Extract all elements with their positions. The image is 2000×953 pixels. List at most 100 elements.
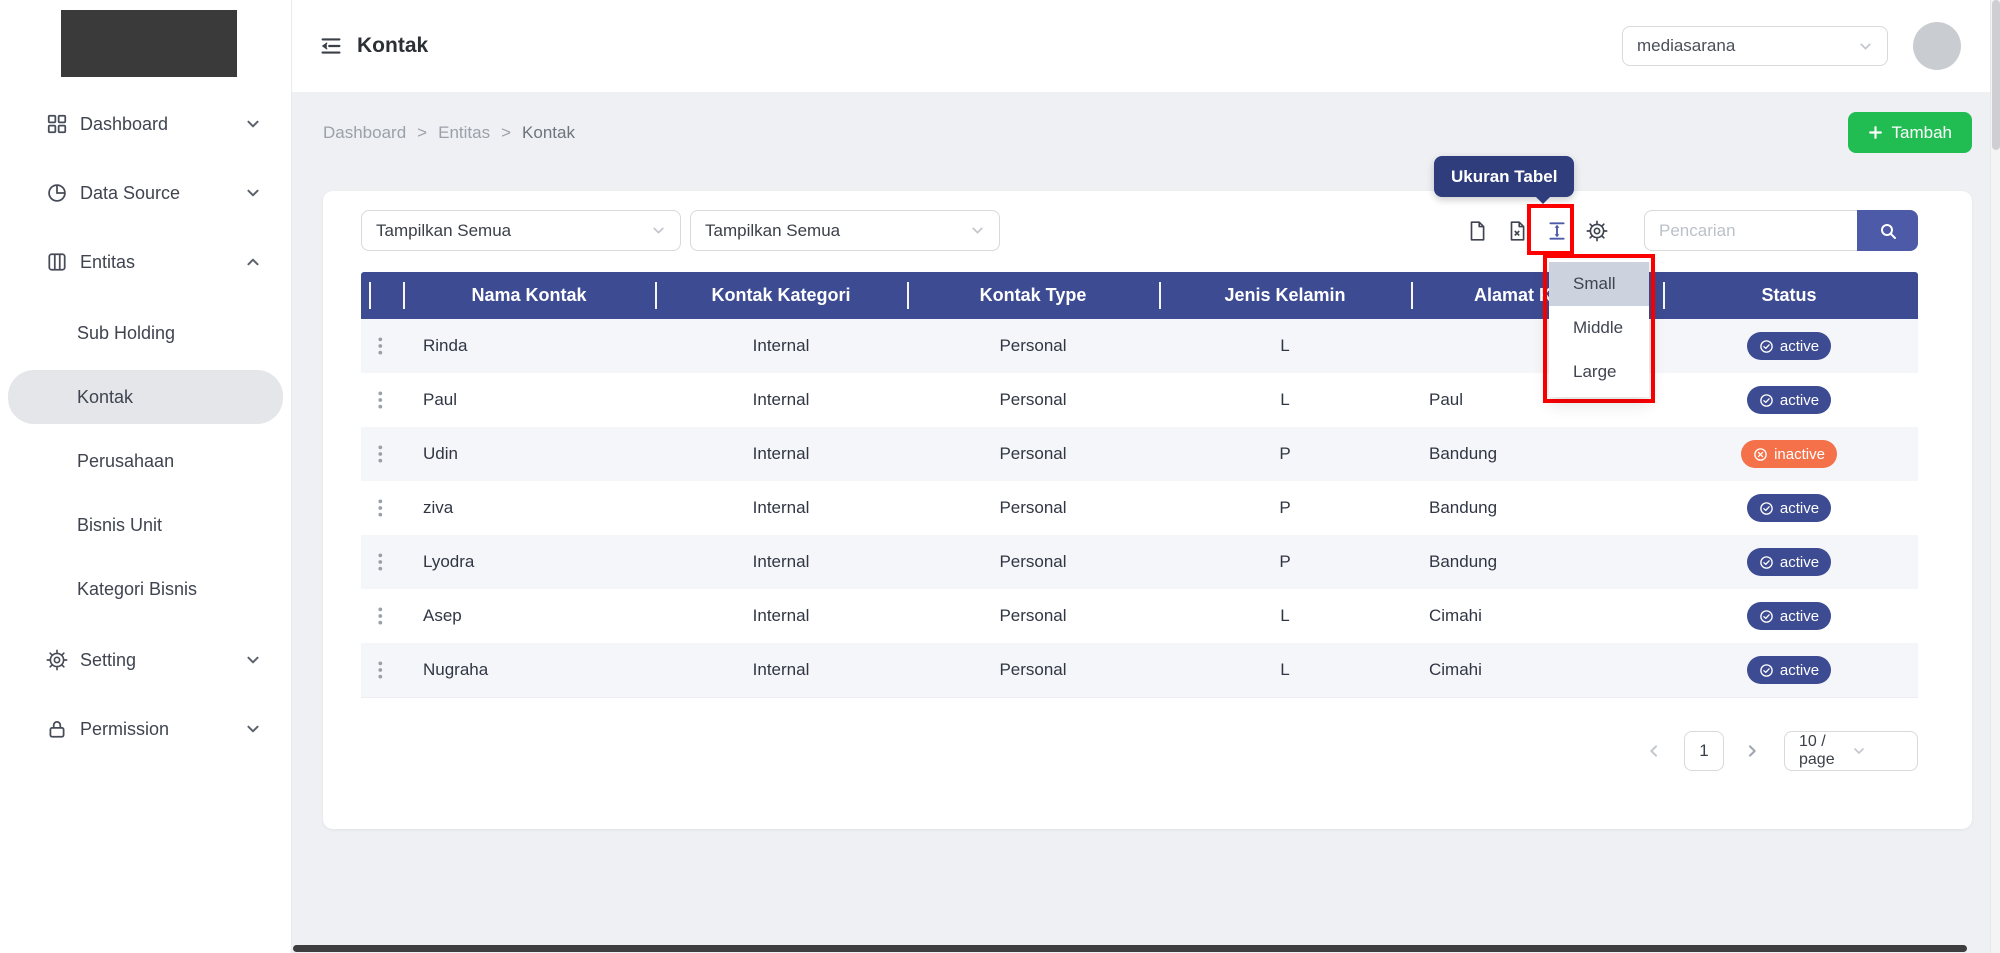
row-drag-handle[interactable] (377, 606, 387, 626)
cell-gender: L (1159, 589, 1411, 643)
chevron-down-icon (1858, 39, 1873, 54)
avatar[interactable] (1913, 22, 1961, 70)
pie-chart-icon (46, 182, 68, 204)
chevron-down-icon (245, 116, 261, 132)
sidebar-item-perusahaan[interactable]: Perusahaan (8, 434, 283, 488)
cell-type: Personal (907, 481, 1159, 535)
pagination: 1 10 / page (361, 731, 1918, 771)
chevron-down-icon (651, 223, 666, 238)
lock-icon (46, 718, 68, 740)
row-drag-handle[interactable] (377, 336, 387, 356)
cell-kategori: Internal (655, 589, 907, 643)
status-badge: active (1747, 332, 1831, 360)
sidebar-submenu-entitas: Sub Holding Kontak Perusahaan Bisnis Uni… (0, 306, 291, 616)
sidebar-item-bisnis-unit[interactable]: Bisnis Unit (8, 498, 283, 552)
file-pdf-icon[interactable] (1466, 220, 1488, 242)
tooltip-text: Ukuran Tabel (1451, 167, 1557, 187)
cell-type: Personal (907, 373, 1159, 427)
cell-kategori: Internal (655, 427, 907, 481)
next-page-button[interactable] (1744, 743, 1760, 759)
submenu-item-label: Sub Holding (77, 323, 175, 344)
sidebar-item-label: Permission (80, 719, 169, 740)
cell-alamat: Cimahi (1411, 589, 1663, 643)
sidebar-item-label: Setting (80, 650, 136, 671)
breadcrumb-item[interactable]: Entitas (438, 123, 490, 143)
workspace-select[interactable]: mediasarana (1622, 26, 1888, 66)
annotation-red-box-size-menu: Small Middle Large (1543, 254, 1655, 403)
logo[interactable] (61, 10, 237, 77)
size-option-small[interactable]: Small (1549, 262, 1649, 306)
cell-nama: ziva (403, 481, 655, 535)
cell-nama: Paul (403, 373, 655, 427)
sidebar-item-entitas[interactable]: Entitas (0, 234, 291, 290)
sidebar-item-label: Data Source (80, 183, 180, 204)
cell-nama: Lyodra (403, 535, 655, 589)
sidebar-item-kontak[interactable]: Kontak (8, 370, 283, 424)
sidebar-item-sub-holding[interactable]: Sub Holding (8, 306, 283, 360)
sidebar: Dashboard Data Source Entitas (0, 0, 292, 953)
sidebar-item-data-source[interactable]: Data Source (0, 165, 291, 221)
cell-type: Personal (907, 319, 1159, 373)
sidebar-item-permission[interactable]: Permission (0, 701, 291, 757)
table-toolbar: Tampilkan Semua Tampilkan Semua (361, 210, 1918, 251)
horizontal-scrollbar-thumb[interactable] (293, 945, 1967, 952)
filter-type-select[interactable]: Tampilkan Semua (690, 210, 1000, 251)
table-header: Nama Kontak Kontak Kategori Kontak Type … (361, 272, 1918, 319)
top-header: Kontak mediasarana (292, 0, 2000, 92)
search-button[interactable] (1857, 210, 1918, 251)
cell-nama: Rinda (403, 319, 655, 373)
filter-kategori-select[interactable]: Tampilkan Semua (361, 210, 681, 251)
sidebar-item-kategori-bisnis[interactable]: Kategori Bisnis (8, 562, 283, 616)
current-page-button[interactable]: 1 (1684, 731, 1724, 771)
app-window: Dashboard Data Source Entitas (0, 0, 2000, 953)
add-button[interactable]: Tambah (1848, 112, 1972, 153)
row-drag-handle[interactable] (377, 444, 387, 464)
table-row: Udin Internal Personal P Bandung inactiv… (361, 427, 1918, 481)
table-row: Rinda Internal Personal L active (361, 319, 1918, 373)
submenu-item-label: Bisnis Unit (77, 515, 162, 536)
workspace-select-value: mediasarana (1637, 36, 1858, 56)
row-drag-handle[interactable] (377, 552, 387, 572)
vertical-scrollbar[interactable] (1990, 0, 2000, 953)
table-row: Asep Internal Personal L Cimahi active (361, 589, 1918, 643)
prev-page-button[interactable] (1646, 743, 1662, 759)
chevron-down-icon (245, 721, 261, 737)
sidebar-item-dashboard[interactable]: Dashboard (0, 96, 291, 152)
cell-kategori: Internal (655, 481, 907, 535)
cell-kategori: Internal (655, 319, 907, 373)
column-height-icon[interactable] (1546, 220, 1568, 242)
row-drag-handle[interactable] (377, 660, 387, 680)
page-size-select[interactable]: 10 / page (1784, 731, 1918, 771)
sidebar-item-setting[interactable]: Setting (0, 632, 291, 688)
column-header-kontak-kategori: Kontak Kategori (655, 272, 907, 319)
breadcrumb: Dashboard > Entitas > Kontak (323, 123, 575, 143)
size-option-large[interactable]: Large (1549, 350, 1649, 394)
tooltip-ukuran-tabel: Ukuran Tabel (1434, 156, 1574, 197)
sidebar-item-label: Entitas (80, 252, 135, 273)
column-header-jenis-kelamin: Jenis Kelamin (1159, 272, 1411, 319)
page-title: Kontak (357, 34, 428, 58)
menu-fold-icon[interactable] (319, 34, 343, 58)
table-settings-gear-icon[interactable] (1586, 220, 1608, 242)
plus-icon (1868, 125, 1883, 140)
search-input[interactable] (1644, 210, 1857, 251)
status-badge: active (1747, 602, 1831, 630)
breadcrumb-item[interactable]: Dashboard (323, 123, 406, 143)
cell-kategori: Internal (655, 373, 907, 427)
page-size-value: 10 / page (1799, 733, 1852, 769)
cell-nama: Asep (403, 589, 655, 643)
cell-gender: P (1159, 535, 1411, 589)
cell-nama: Udin (403, 427, 655, 481)
cell-alamat: Bandung (1411, 427, 1663, 481)
main-area: Kontak mediasarana Dashboard > Entitas (292, 0, 2000, 953)
table-row: Lyodra Internal Personal P Bandung activ… (361, 535, 1918, 589)
file-excel-icon[interactable] (1506, 220, 1528, 242)
row-drag-handle[interactable] (377, 390, 387, 410)
chevron-up-icon (245, 254, 261, 270)
breadcrumb-separator: > (417, 123, 427, 143)
submenu-item-label: Kontak (77, 387, 133, 408)
size-option-middle[interactable]: Middle (1549, 306, 1649, 350)
row-drag-handle[interactable] (377, 498, 387, 518)
cell-alamat: Bandung (1411, 481, 1663, 535)
vertical-scrollbar-thumb[interactable] (1992, 0, 2000, 150)
